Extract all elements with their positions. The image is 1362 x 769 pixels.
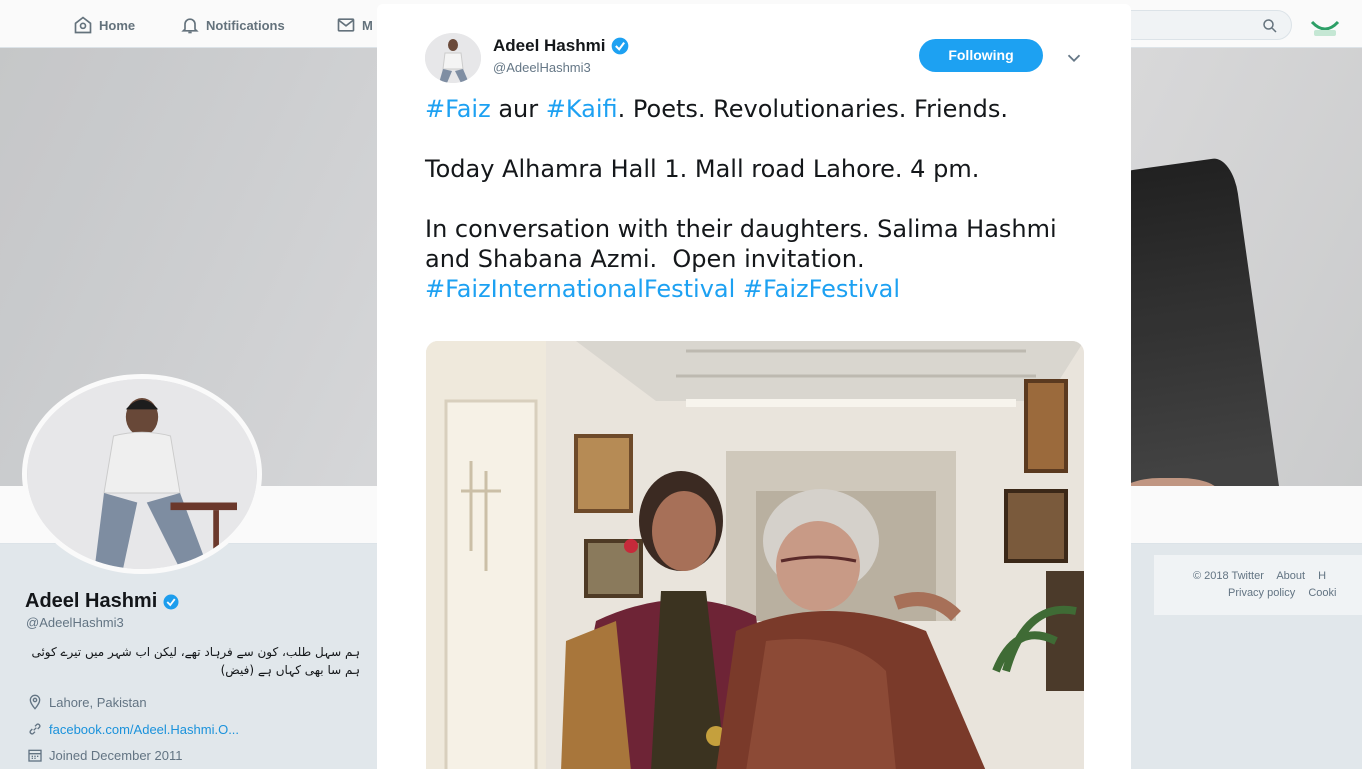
tweet-author-name-text[interactable]: Adeel Hashmi: [493, 36, 605, 56]
verified-badge-icon: [612, 37, 629, 55]
tweet-permalink-modal: Adeel Hashmi @AdeelHashmi3 Following #Fa…: [377, 4, 1131, 769]
photo-two-women-hallway: [426, 341, 1084, 769]
hashtag-link[interactable]: #FaizFestival: [743, 275, 900, 303]
hashtag-link[interactable]: #FaizInternationalFestival: [425, 275, 735, 303]
hashtag-link[interactable]: #Kaifi: [546, 95, 618, 123]
tweet-author-name[interactable]: Adeel Hashmi: [493, 36, 630, 56]
tweet-text: #Faiz aur #Kaifi. Poets. Revolutionaries…: [425, 94, 1105, 304]
tweet-text-segment: [735, 275, 743, 303]
tweet-text-segment: aur: [490, 95, 546, 123]
hashtag-link[interactable]: #Faiz: [425, 95, 491, 123]
chevron-down-icon[interactable]: [1063, 47, 1085, 69]
tweet-photo[interactable]: [426, 341, 1084, 769]
following-button[interactable]: Following: [919, 39, 1043, 72]
tweet-author-handle[interactable]: @AdeelHashmi3: [493, 60, 591, 75]
tweet-author-avatar[interactable]: [425, 33, 481, 83]
